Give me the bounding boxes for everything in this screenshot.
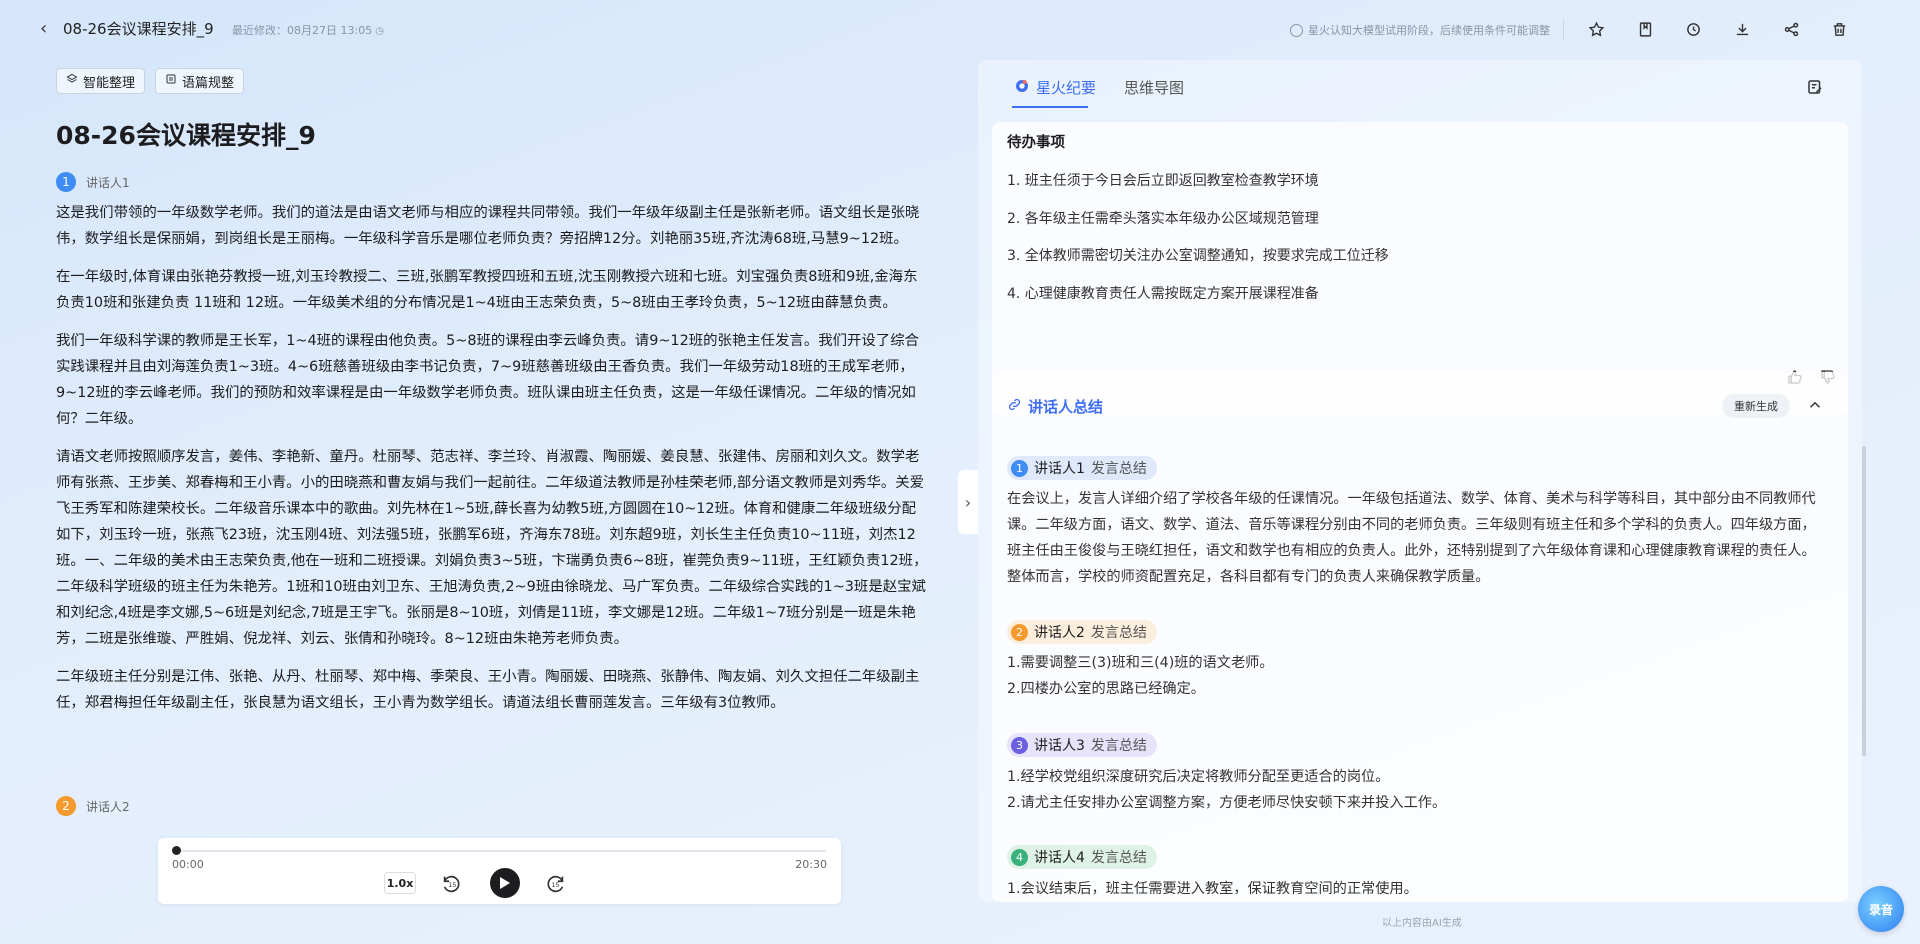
page-title: 08-26会议课程安排_9 [56, 121, 316, 150]
audio-player: 00:00 20:30 1.0x 15 15 [158, 838, 841, 904]
speaker-number: 1 [1011, 459, 1028, 477]
todo-item: 3. 全体教师需密切关注办公室调整通知，按要求完成工位迁移 [1007, 248, 1389, 264]
svg-text:15: 15 [448, 881, 456, 889]
speaker-name: 讲话人2 [1034, 625, 1085, 641]
delete-icon[interactable] [1828, 18, 1850, 40]
play-button[interactable] [490, 868, 520, 898]
clock-icon: ◷ [375, 26, 384, 37]
history-icon[interactable] [1682, 18, 1704, 40]
chevron-up-icon[interactable] [1806, 396, 1826, 416]
speaker-summary-label: 发言总结 [1090, 850, 1147, 866]
todo-item: 1. 班主任须于今日会后立即返回教室检查教学环境 [1007, 173, 1319, 189]
star-icon[interactable] [1585, 18, 1607, 40]
svg-text:15: 15 [551, 881, 559, 889]
text-normalize-label: 语篇规整 [182, 75, 235, 91]
transcript-paragraph: 二年级班主任分别是江伟、张艳、从丹、杜丽琴、郑中梅、季荣良、王小青。陶丽媛、田晓… [56, 669, 920, 711]
summary-title: 讲话人总结 [1028, 398, 1104, 416]
bookmark-icon[interactable] [1634, 18, 1656, 40]
transcript-paragraph: 请语文老师按照顺序发言，姜伟、李艳新、童丹。杜丽琴、范志祥、李兰玲、肖淑霞、陶丽… [56, 449, 928, 647]
ai-generated-note: 以上内容由AI生成 [1382, 918, 1462, 929]
tab-summary-label: 星火纪要 [1036, 79, 1097, 97]
speaker-number: 1 [56, 172, 76, 192]
speaker-label: 讲话人2 [86, 799, 130, 814]
total-time: 20:30 [795, 858, 827, 871]
floating-assistant-button[interactable]: 录音 [1858, 886, 1904, 932]
right-tabs: 星火纪要 思维导图 [1014, 77, 1184, 98]
back-icon[interactable]: ‹ [40, 18, 60, 40]
progress-track[interactable] [174, 850, 826, 852]
transcript-paragraph: 在一年级时,体育课由张艳芬教授一班,刘玉玲教授二、三班,张鹏军教授四班和五班,沈… [56, 269, 918, 311]
speaker-name: 讲话人3 [1034, 738, 1085, 754]
smart-organize-button[interactable]: 智能整理 [56, 68, 146, 94]
forward-15-icon[interactable]: 15 [544, 872, 568, 896]
speaker-summary-label: 发言总结 [1090, 461, 1147, 477]
chevron-right-icon: › [964, 492, 972, 512]
speaker-tag-1[interactable]: 1 讲话人1 [56, 172, 130, 192]
notice: 星火认知大模型试用阶段，后续使用条件可能调整 [1290, 22, 1550, 38]
tab-underline [1012, 106, 1088, 108]
speaker-summary-label: 发言总结 [1090, 738, 1147, 754]
right-panel: 星火纪要 思维导图 待办事项 1. 班主任须于今日会后立即返回教室检查教学环境 … [978, 60, 1862, 902]
speed-button[interactable]: 1.0x [384, 872, 416, 894]
tab-mindmap[interactable]: 思维导图 [1124, 77, 1184, 98]
text-normalize-button[interactable]: 语篇规整 [155, 68, 245, 94]
speaker-badge-2[interactable]: 2 讲话人2 发言总结 [1007, 620, 1157, 644]
download-icon[interactable] [1731, 18, 1753, 40]
doc-title: 08-26会议课程安排_9 [63, 20, 214, 38]
edit-notes-icon[interactable] [1806, 78, 1826, 98]
regenerate-button[interactable]: 重新生成 [1722, 394, 1790, 418]
speaker-summary-text: 1.需要调整三(3)班和三(4)班的语文老师。 2.四楼办公室的思路已经确定。 [1007, 655, 1274, 697]
todo-title: 待办事项 [1007, 135, 1065, 151]
speaker-number: 4 [1011, 848, 1028, 866]
summary-header: 讲话人总结 [1007, 396, 1103, 417]
progress-thumb[interactable] [172, 846, 181, 855]
todo-item: 4. 心理健康教育责任人需按既定方案开展课程准备 [1007, 286, 1319, 302]
smart-organize-label: 智能整理 [83, 75, 136, 91]
speaker-name: 讲话人1 [1034, 461, 1085, 477]
speaker-summary-label: 发言总结 [1090, 625, 1147, 641]
spark-icon [1014, 78, 1030, 98]
transcript-paragraph: 这是我们带领的一年级数学老师。我们的道法是由语文老师与相应的课程共同带领。我们一… [56, 205, 920, 247]
speaker-label: 讲话人1 [86, 175, 130, 190]
last-modified: 最近修改：08月27日 13:05 ◷ [232, 24, 384, 37]
info-icon [1290, 23, 1303, 37]
transcript-speaker-1: 这是我们带领的一年级数学老师。我们的道法是由语文老师与相应的课程共同带领。我们一… [56, 200, 928, 728]
speaker-summary-text: 1.经学校党组织深度研究后决定将教师分配至更适合的岗位。 2.请尤主任安排办公室… [1007, 769, 1447, 811]
speaker-summary-card: 讲话人总结 重新生成 1 讲话人1 发言总结 在会议上，发言人详细介绍了学校各年… [992, 372, 1848, 902]
header: ‹ 08-26会议课程安排_9 最近修改：08月27日 13:05 ◷ 星火认知大… [0, 0, 1920, 58]
share-icon[interactable] [1780, 18, 1802, 40]
speaker-badge-4[interactable]: 4 讲话人4 发言总结 [1007, 845, 1157, 869]
tab-summary[interactable]: 星火纪要 [1014, 77, 1096, 98]
speaker-summary-text: 在会议上，发言人详细介绍了学校各年级的任课情况。一年级包括道法、数学、体育、美术… [1007, 491, 1816, 585]
speaker-tag-2[interactable]: 2 讲话人2 [56, 796, 130, 816]
todo-item: 2. 各年级主任需牵头落实本年级办公区域规范管理 [1007, 211, 1319, 227]
speaker-badge-3[interactable]: 3 讲话人3 发言总结 [1007, 733, 1157, 757]
layers-icon [66, 73, 78, 89]
todo-card: 待办事项 1. 班主任须于今日会后立即返回教室检查教学环境 2. 各年级主任需牵… [992, 122, 1848, 414]
speaker-summary-text: 1.会议结束后，班主任需要进入教室，保证教育空间的正常使用。 [1007, 881, 1418, 897]
collapse-right-panel-button[interactable]: › [958, 470, 978, 534]
speaker-number: 3 [1011, 736, 1028, 754]
document-icon [165, 73, 177, 89]
link-icon [1007, 397, 1022, 416]
right-panel-scrollbar[interactable] [1862, 446, 1866, 756]
current-time: 00:00 [172, 858, 204, 871]
speaker-name: 讲话人4 [1034, 850, 1085, 866]
header-divider [1563, 19, 1564, 39]
speaker-badge-1[interactable]: 1 讲话人1 发言总结 [1007, 456, 1157, 480]
transcript-paragraph: 我们一年级科学课的教师是王长军，1~4班的课程由他负责。5~8班的课程由李云峰负… [56, 333, 919, 427]
speaker-number: 2 [1011, 623, 1028, 641]
speaker-number: 2 [56, 796, 76, 816]
rewind-15-icon[interactable]: 15 [439, 872, 463, 896]
